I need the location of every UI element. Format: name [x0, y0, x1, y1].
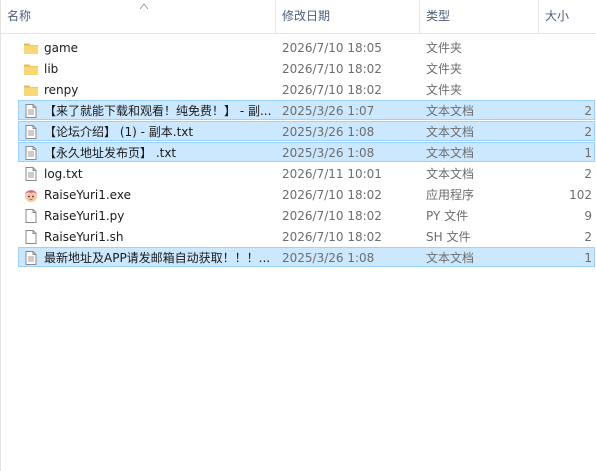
column-header-bar: 名称 修改日期 类型 大小: [1, 0, 596, 34]
file-date: 2026/7/10 18:02: [282, 230, 382, 244]
file-name-cell: RaiseYuri1.exe: [23, 185, 273, 205]
file-name: RaiseYuri1.sh: [44, 230, 124, 244]
file-date: 2025/3/26 1:08: [282, 125, 375, 139]
file-row[interactable]: 【永久地址发布页】 .txt 2025/3/26 1:08 文本文档 1: [18, 142, 595, 162]
file-type: 文本文档: [426, 125, 475, 139]
file-name: 【永久地址发布页】 .txt: [44, 146, 177, 160]
file-size: 1: [584, 146, 592, 160]
file-icon: [23, 208, 39, 224]
file-name: game: [44, 41, 79, 55]
file-size: 2: [584, 230, 592, 244]
file-name-cell: 最新地址及APP请发邮箱自动获取！！！...: [23, 248, 273, 268]
file-type: 文件夹: [426, 62, 463, 76]
file-date: 2026/7/10 18:02: [282, 83, 382, 97]
file-name-cell: 【来了就能下载和观看！纯免费！】 - 副...: [23, 101, 273, 121]
file-row[interactable]: lib 2026/7/10 18:02 文件夹: [18, 58, 595, 78]
file-row[interactable]: 最新地址及APP请发邮箱自动获取！！！... 2025/3/26 1:08 文本文档…: [18, 247, 595, 267]
file-type: 文件夹: [426, 83, 463, 97]
file-date: 2025/3/26 1:08: [282, 251, 375, 265]
file-row[interactable]: 【论坛介绍】 (1) - 副本.txt 2025/3/26 1:08 文本文档 2: [18, 121, 595, 141]
file-date: 2026/7/11 10:01: [282, 167, 382, 181]
file-date: 2026/7/10 18:02: [282, 209, 382, 223]
file-name: renpy: [44, 83, 79, 97]
column-header-size[interactable]: 大小: [538, 0, 596, 33]
file-date: 2026/7/10 18:05: [282, 41, 382, 55]
file-row[interactable]: RaiseYuri1.exe 2026/7/10 18:02 应用程序 102: [18, 184, 595, 204]
text-file-icon: [23, 250, 39, 266]
file-size: 9: [584, 209, 592, 223]
text-file-icon: [23, 124, 39, 140]
file-size: [539, 80, 592, 100]
sort-ascending-icon: [139, 3, 149, 10]
file-size: 1: [584, 251, 592, 265]
file-size: 2: [584, 167, 592, 181]
text-file-icon: [23, 145, 39, 161]
folder-icon: [23, 61, 39, 77]
app-icon: [23, 187, 39, 203]
file-date: 2026/7/10 18:02: [282, 62, 382, 76]
file-size: 2: [584, 104, 592, 118]
file-type: 文本文档: [426, 146, 475, 160]
file-name: RaiseYuri1.py: [44, 209, 125, 223]
file-size: 2: [584, 125, 592, 139]
file-name-cell: lib: [23, 59, 273, 79]
file-type: SH 文件: [426, 230, 471, 244]
file-size: 102: [569, 188, 592, 202]
file-type: 应用程序: [426, 188, 475, 202]
file-name: 【论坛介绍】 (1) - 副本.txt: [44, 125, 194, 139]
file-type: 文件夹: [426, 41, 463, 55]
file-row[interactable]: RaiseYuri1.py 2026/7/10 18:02 PY 文件 9: [18, 205, 595, 225]
file-type: 文本文档: [426, 104, 475, 118]
folder-icon: [23, 40, 39, 56]
file-name: 最新地址及APP请发邮箱自动获取！！！...: [44, 251, 271, 265]
file-type: 文本文档: [426, 167, 475, 181]
file-type: PY 文件: [426, 209, 469, 223]
file-name-cell: 【永久地址发布页】 .txt: [23, 143, 273, 163]
file-name: 【来了就能下载和观看！纯免费！】 - 副...: [44, 104, 272, 118]
file-row[interactable]: log.txt 2026/7/11 10:01 文本文档 2: [18, 163, 595, 183]
file-size: [539, 38, 592, 58]
file-row[interactable]: game 2026/7/10 18:05 文件夹: [18, 37, 595, 57]
column-header-date[interactable]: 修改日期: [275, 0, 419, 33]
text-file-icon: [23, 166, 39, 182]
file-name-cell: game: [23, 38, 273, 58]
file-date: 2026/7/10 18:02: [282, 188, 382, 202]
column-header-type[interactable]: 类型: [419, 0, 538, 33]
file-type: 文本文档: [426, 251, 475, 265]
file-row[interactable]: 【来了就能下载和观看！纯免费！】 - 副... 2025/3/26 1:07 文本文…: [18, 100, 595, 120]
text-file-icon: [23, 103, 39, 119]
file-name: log.txt: [44, 167, 83, 181]
file-row[interactable]: renpy 2026/7/10 18:02 文件夹: [18, 79, 595, 99]
file-size: [539, 59, 592, 79]
file-name-cell: RaiseYuri1.py: [23, 206, 273, 226]
folder-icon: [23, 82, 39, 98]
file-date: 2025/3/26 1:07: [282, 104, 375, 118]
file-date: 2025/3/26 1:08: [282, 146, 375, 160]
file-name: RaiseYuri1.exe: [44, 188, 131, 202]
file-name-cell: log.txt: [23, 164, 273, 184]
file-name-cell: renpy: [23, 80, 273, 100]
file-icon: [23, 229, 39, 245]
column-header-name[interactable]: 名称: [1, 0, 275, 33]
file-name: lib: [44, 62, 59, 76]
file-row[interactable]: RaiseYuri1.sh 2026/7/10 18:02 SH 文件 2: [18, 226, 595, 246]
file-explorer: 名称 修改日期 类型 大小 game 2026/7/10 18:05 文件夹 lib 2…: [0, 0, 596, 471]
file-name-cell: 【论坛介绍】 (1) - 副本.txt: [23, 122, 273, 142]
file-name-cell: RaiseYuri1.sh: [23, 227, 273, 247]
